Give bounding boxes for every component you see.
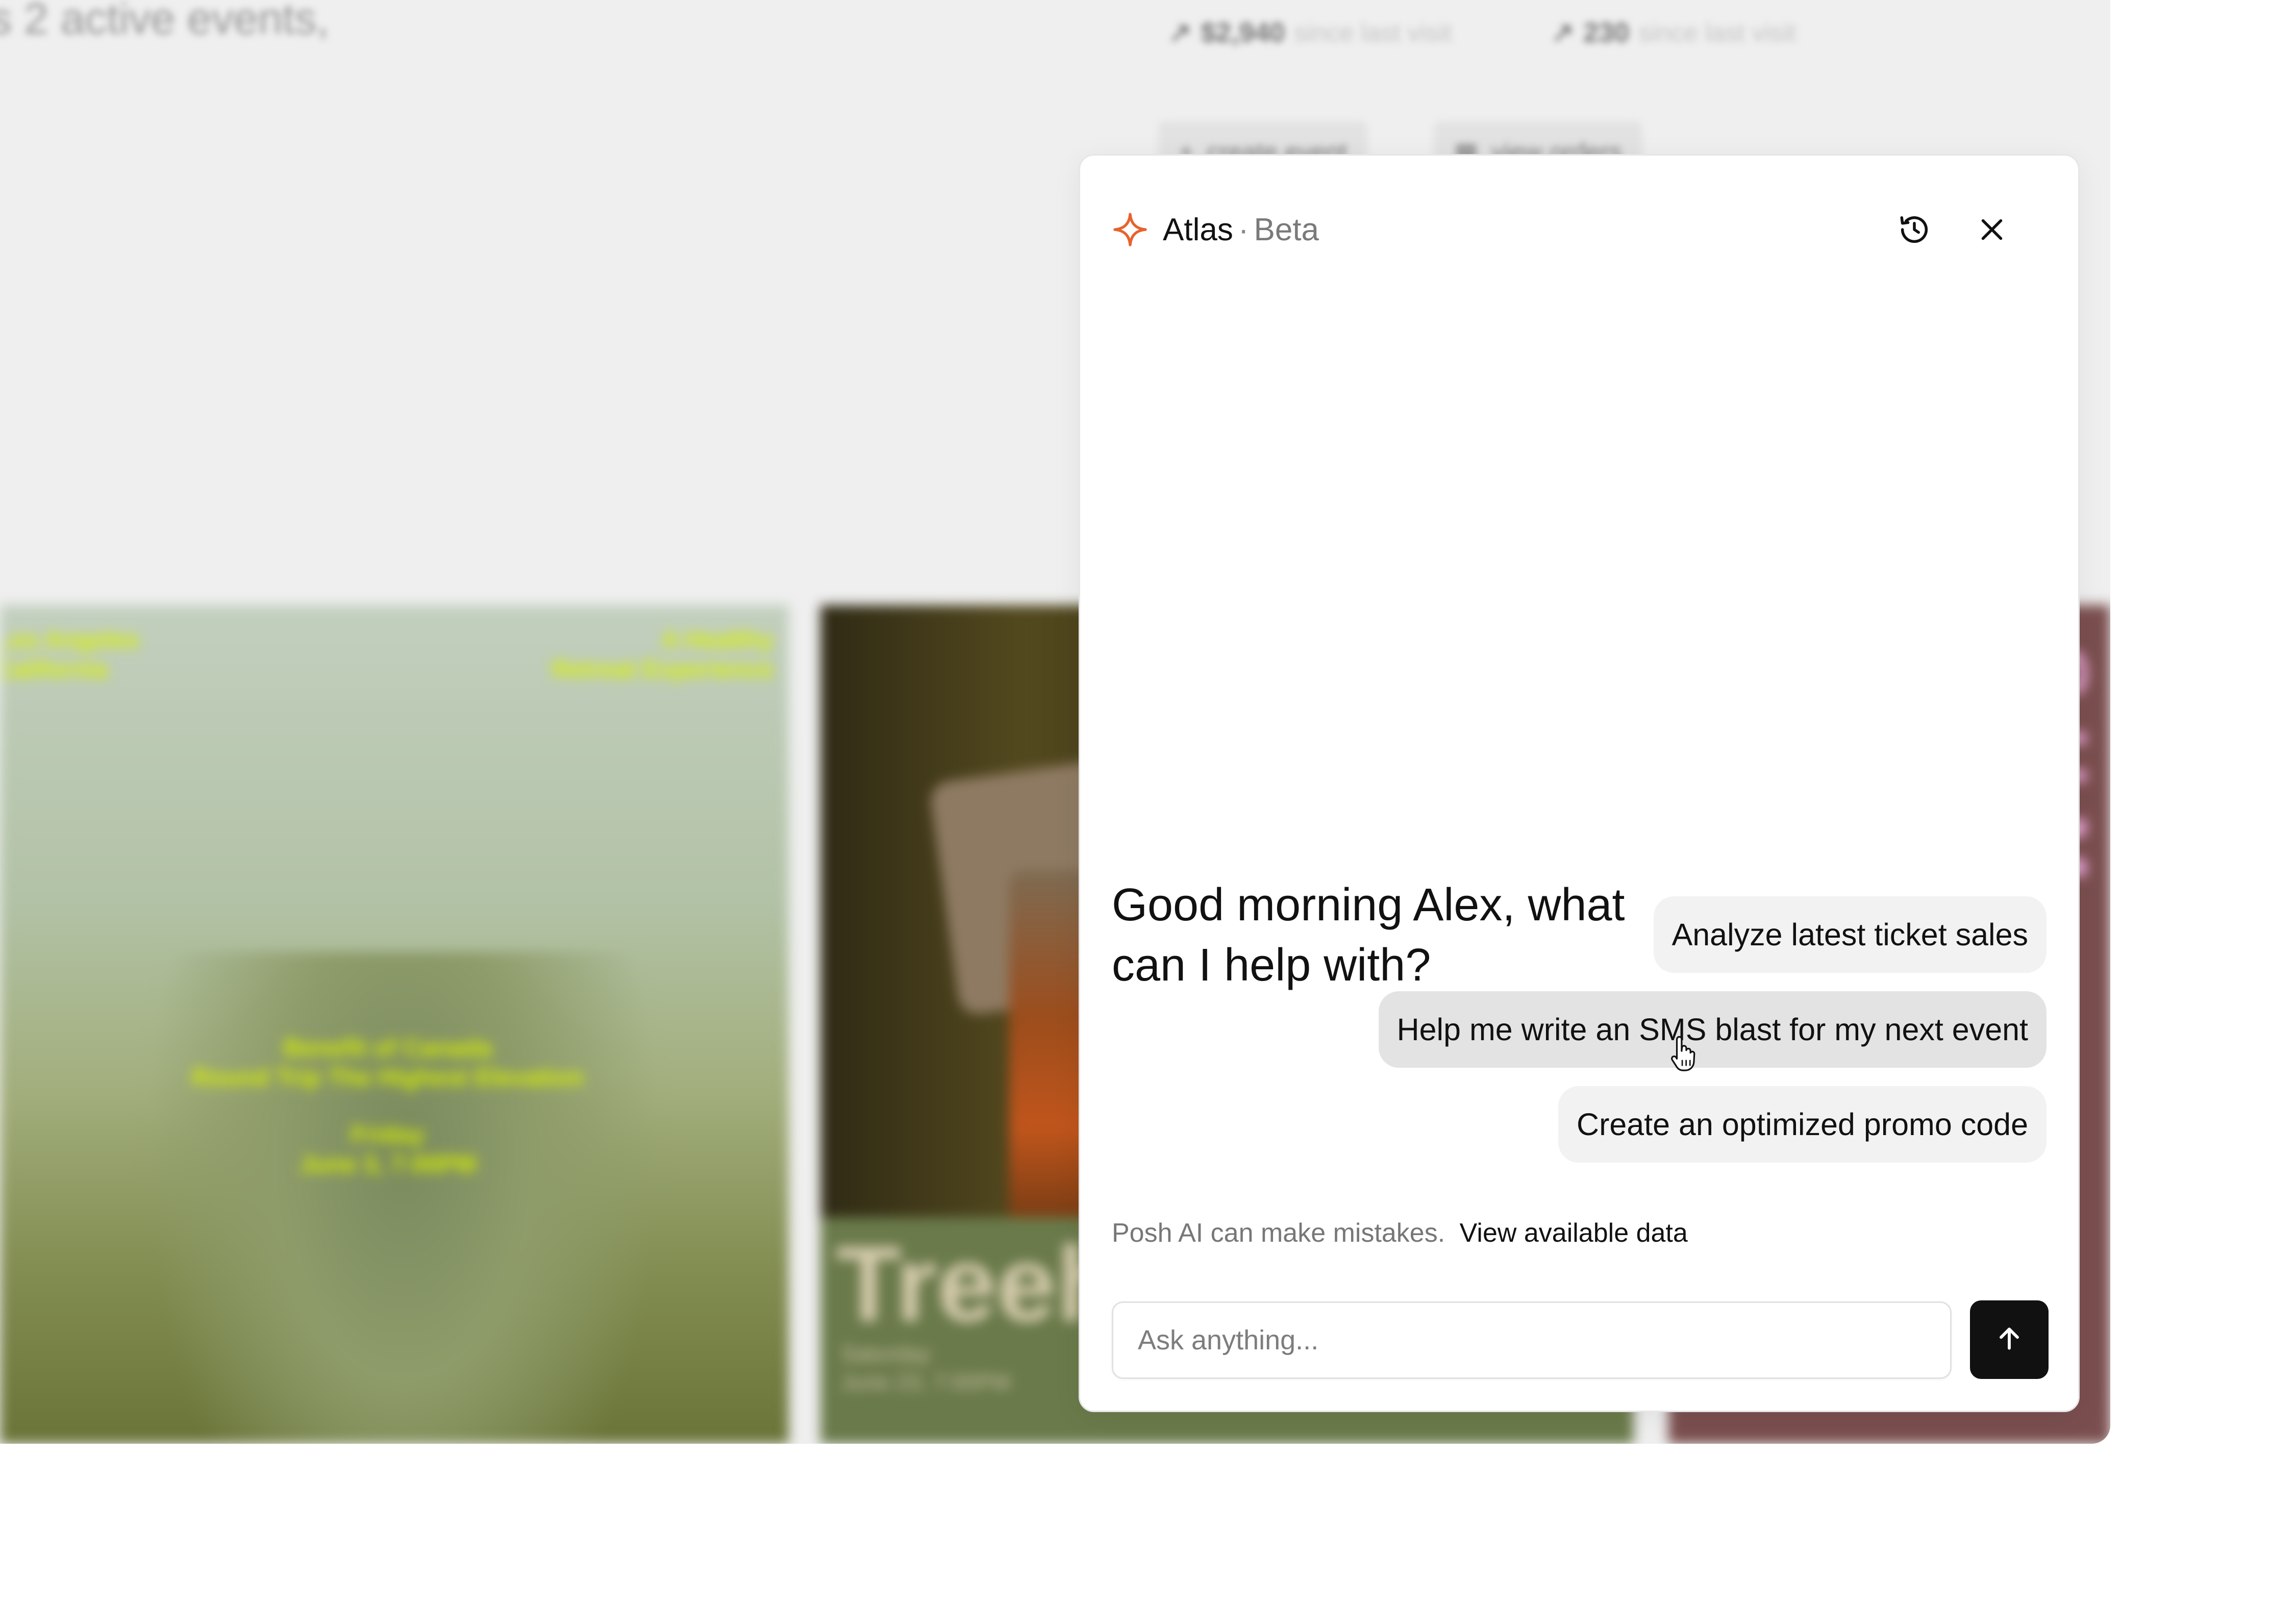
event-card-date: Friday June 3, 7:00PM [299,1121,477,1178]
close-button[interactable] [1969,208,2015,254]
background-stat-revenue: ↗ $2,940 since last visit [1168,17,1452,48]
event-card-tagline: A Healthy Retreat Experience [552,626,773,683]
background-stat-value: 230 [1583,17,1630,48]
panel-header: Atlas · Beta [1112,207,1319,253]
send-button[interactable] [1970,1300,2049,1379]
ask-input[interactable] [1112,1301,1952,1379]
background-stat-caption: since last visit [1294,18,1452,47]
panel-title: Atlas [1163,212,1233,247]
event-card-description: Benefit of Canada Round Trip The Highest… [191,1035,584,1091]
event-card-mist[interactable]: Los Angeles California A Healthy Retreat… [0,605,789,1444]
history-icon [1898,213,1931,249]
event-card-date: Saturday June 23, 7:00PM [841,1341,1011,1395]
background-heading: s 2 active events, [0,0,329,43]
view-available-data-link[interactable]: View available data [1460,1218,1688,1248]
disclaimer-text: Posh AI can make mistakes. [1112,1218,1445,1248]
history-button[interactable] [1891,208,1937,254]
event-card-location: Los Angeles California [0,626,140,683]
beta-badge: Beta [1254,212,1319,247]
sparkle-icon [1112,211,1149,248]
greeting-message: Good morning Alex, what can I help with? [1112,880,1625,991]
disclaimer: Posh AI can make mistakes. View availabl… [1112,1218,1688,1248]
suggestion-chip[interactable]: Help me write an SMS blast for my next e… [1378,991,2047,1068]
title-separator: · [1238,212,1249,247]
arrow-up-icon [1993,1322,2026,1358]
close-icon [1977,214,2007,247]
background-stat-value: $2,940 [1201,17,1285,48]
suggestion-chip[interactable]: Analyze latest ticket sales [1653,896,2047,973]
background-stat-tickets: ↗ 230 since last visit [1551,17,1796,48]
atlas-chat-panel: Atlas · Beta Good morning Alex, what can… [1079,154,2080,1412]
background-stat-caption: since last visit [1638,18,1796,47]
suggestion-chip[interactable]: Create an optimized promo code [1558,1086,2047,1163]
event-card-image [143,952,663,1444]
